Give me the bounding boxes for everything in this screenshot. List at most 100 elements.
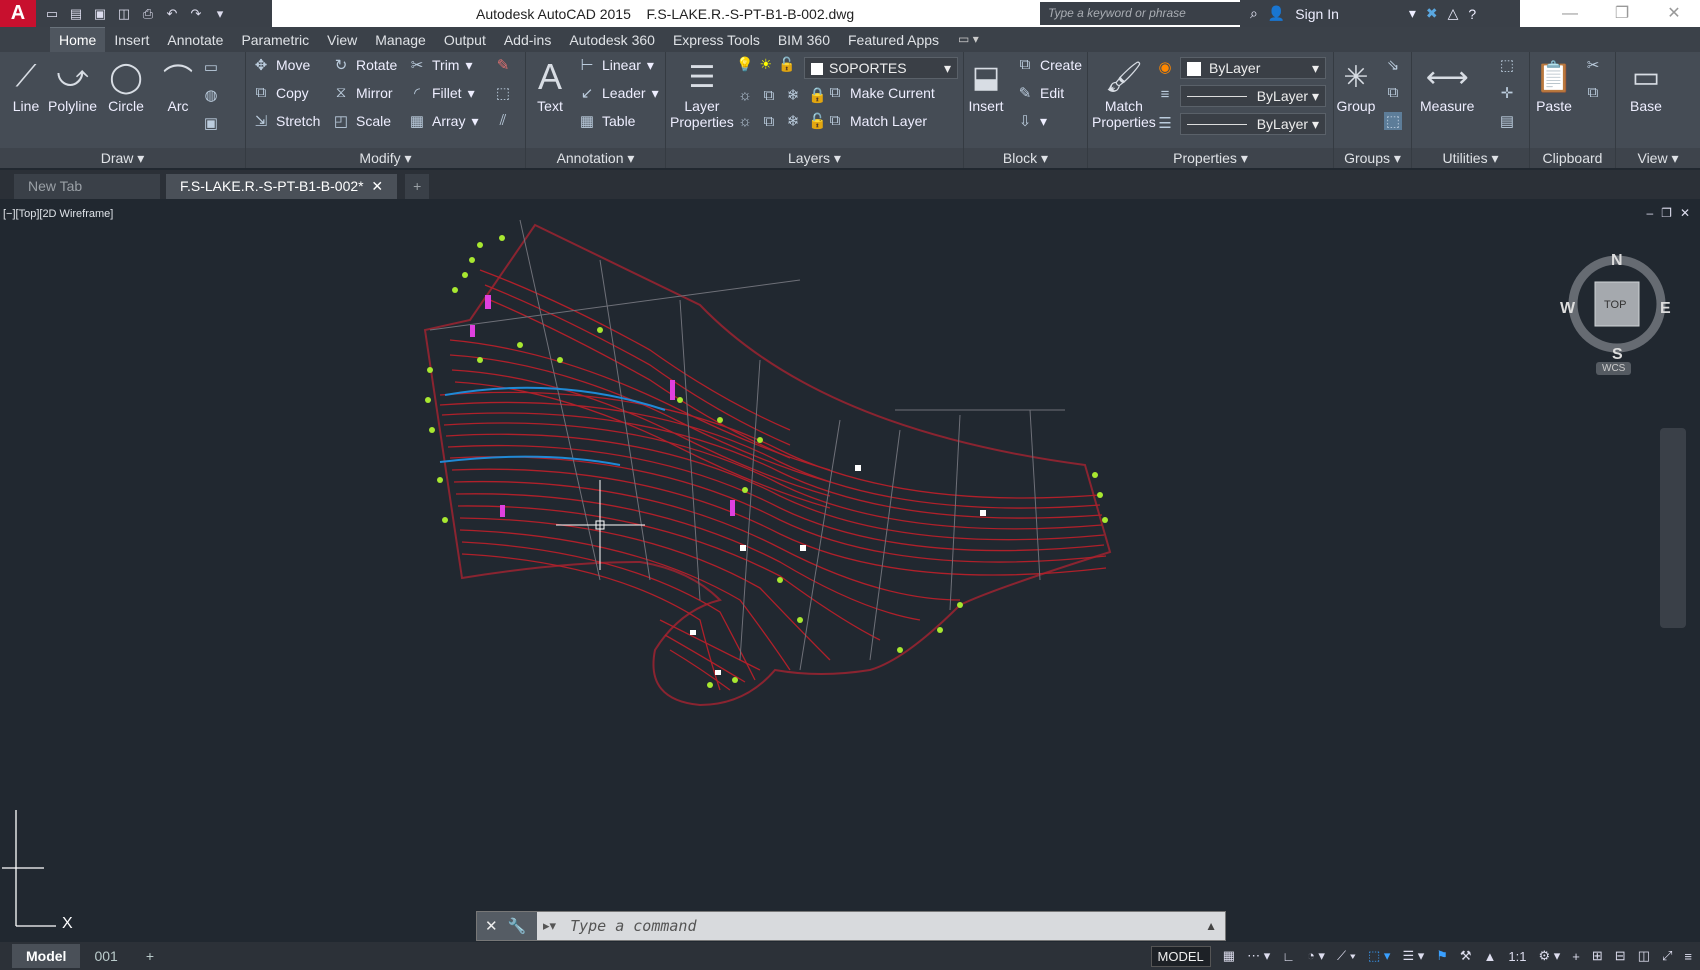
customize-status-icon[interactable]: ≡ bbox=[1684, 949, 1692, 964]
block-panel-title[interactable]: Block ▾ bbox=[964, 148, 1087, 168]
drawing-canvas[interactable] bbox=[0, 200, 1700, 942]
match-properties-tool[interactable]: 🖌 Match Properties bbox=[1092, 56, 1156, 131]
erase-tool[interactable]: ✎ bbox=[494, 56, 512, 74]
viewcube[interactable]: N S W E TOP WCS bbox=[1560, 240, 1671, 375]
linear-dimension-tool[interactable]: ⊢ Linear ▾ bbox=[578, 56, 654, 75]
minimize-icon[interactable]: — bbox=[1544, 0, 1596, 27]
properties-panel-title[interactable]: Properties ▾ bbox=[1088, 148, 1333, 168]
dropdown-icon[interactable]: ▾ bbox=[1409, 5, 1416, 22]
tab-view[interactable]: View bbox=[318, 28, 366, 52]
groups-panel-title[interactable]: Groups ▾ bbox=[1334, 148, 1411, 168]
open-icon[interactable]: ▤ bbox=[66, 6, 86, 22]
isolate-objects-icon[interactable]: ◫ bbox=[1638, 948, 1650, 964]
circle-tool[interactable]: ◯ Circle bbox=[106, 56, 146, 115]
trim-tool[interactable]: ✂ Trim ▾ bbox=[408, 56, 473, 75]
layer-merge-icon[interactable]: ⧉ bbox=[760, 113, 778, 130]
snap-icon[interactable]: ⋯ ▾ bbox=[1247, 948, 1270, 964]
wcs-button[interactable]: WCS bbox=[1596, 362, 1632, 375]
layer-dropdown[interactable]: SOPORTES ▾ bbox=[804, 57, 958, 79]
layer-unlock-icon[interactable]: 🔓 bbox=[808, 112, 827, 130]
close-command-icon[interactable]: ✕ bbox=[485, 917, 498, 935]
layer-freeze-icon[interactable]: ❄ bbox=[784, 86, 802, 104]
qat-dropdown-icon[interactable]: ▾ bbox=[210, 6, 230, 22]
paste-tool[interactable]: 📋 Paste bbox=[1534, 56, 1574, 115]
compass-west[interactable]: W bbox=[1560, 300, 1575, 318]
linetype-dropdown[interactable]: ByLayer ▾ bbox=[1180, 85, 1326, 107]
copy-clip-tool[interactable]: ⧉ bbox=[1584, 84, 1602, 101]
tab-manage[interactable]: Manage bbox=[366, 28, 435, 52]
save-icon[interactable]: ▣ bbox=[90, 6, 110, 22]
add-tab-button[interactable]: + bbox=[405, 174, 430, 199]
array-tool[interactable]: ▦ Array ▾ bbox=[408, 112, 479, 131]
tab-output[interactable]: Output bbox=[435, 28, 495, 52]
explode-tool[interactable]: ⬚ bbox=[494, 84, 512, 102]
layer-walk-icon[interactable]: ☼ bbox=[736, 113, 754, 130]
base-view-tool[interactable]: ▭ Base bbox=[1626, 56, 1666, 115]
scale-label[interactable]: 1:1 bbox=[1508, 949, 1526, 964]
table-tool[interactable]: ▦ Table bbox=[578, 112, 636, 130]
exchange-icon[interactable]: ✖ bbox=[1426, 5, 1438, 22]
modify-panel-title[interactable]: Modify ▾ bbox=[246, 148, 525, 168]
utilities-panel-title[interactable]: Utilities ▾ bbox=[1412, 148, 1529, 168]
new-icon[interactable]: ▭ bbox=[42, 6, 62, 22]
color-dropdown[interactable]: ByLayer ▾ bbox=[1180, 57, 1326, 79]
arc-tool[interactable]: ⌒ Arc bbox=[158, 56, 198, 114]
annotation-panel-title[interactable]: Annotation ▾ bbox=[526, 148, 665, 168]
scale-tool[interactable]: ◰ Scale bbox=[332, 112, 391, 130]
a360-icon[interactable]: △ bbox=[1448, 5, 1459, 22]
stretch-tool[interactable]: ⇲ Stretch bbox=[252, 112, 321, 130]
view-panel-title[interactable]: View ▾ bbox=[1616, 148, 1700, 168]
point-tool[interactable]: ✛ bbox=[1498, 84, 1516, 102]
group-tool[interactable]: ✳ Group bbox=[1336, 56, 1376, 115]
tab-annotate[interactable]: Annotate bbox=[158, 28, 232, 52]
quick-properties-icon[interactable]: ⊟ bbox=[1615, 948, 1626, 964]
tab-add-ins[interactable]: Add-ins bbox=[495, 28, 560, 52]
quick-select-tool[interactable]: ⬚ bbox=[1498, 56, 1516, 74]
app-menu-button[interactable]: A bbox=[0, 0, 36, 27]
layer-thaw-icon[interactable]: ❄ bbox=[784, 112, 802, 130]
doc-tab-new[interactable]: New Tab bbox=[14, 174, 160, 199]
layout-tab-001[interactable]: 001 bbox=[80, 944, 131, 968]
block-attributes-tool[interactable]: ⇩ ▾ bbox=[1016, 112, 1047, 131]
annotation-scale-icon[interactable]: ▲ bbox=[1484, 949, 1497, 964]
rotate-tool[interactable]: ↻ Rotate bbox=[332, 56, 398, 74]
binoculars-icon[interactable]: ⌕ bbox=[1250, 5, 1258, 22]
sign-in-link[interactable]: Sign In bbox=[1295, 6, 1339, 22]
offset-tool[interactable]: ⫽ bbox=[494, 112, 512, 129]
command-prompt-icon[interactable]: ▸▾ bbox=[537, 918, 556, 934]
save-as-icon[interactable]: ◫ bbox=[114, 6, 134, 22]
compass-north[interactable]: N bbox=[1611, 252, 1623, 270]
grid-icon[interactable]: ▦ bbox=[1223, 948, 1235, 964]
edit-block-tool[interactable]: ✎ Edit bbox=[1016, 84, 1064, 102]
hatch-tool[interactable]: ◍ bbox=[202, 86, 220, 104]
annotation-visibility-icon[interactable]: ⚑ bbox=[1436, 948, 1448, 964]
rectangle-tool[interactable]: ▭ bbox=[202, 58, 220, 76]
layer-off-icon[interactable]: ☼ bbox=[736, 87, 754, 104]
osnap-icon[interactable]: ⬚ ▾ bbox=[1368, 948, 1390, 964]
tab-parametric[interactable]: Parametric bbox=[232, 28, 318, 52]
polar-icon[interactable]: ◔ ▾ bbox=[1307, 948, 1325, 964]
add-layout-button[interactable]: + bbox=[132, 944, 168, 968]
fullscreen-icon[interactable]: ⤢ bbox=[1662, 948, 1672, 964]
leader-tool[interactable]: ↙ Leader ▾ bbox=[578, 84, 659, 103]
polyline-tool[interactable]: ⤻ Polyline bbox=[48, 56, 97, 114]
layers-panel-title[interactable]: Layers ▾ bbox=[666, 148, 963, 168]
lineweight-toggle-icon[interactable]: ☰ ▾ bbox=[1402, 948, 1424, 964]
customize-icon[interactable]: 🔧 bbox=[508, 917, 527, 935]
ortho-icon[interactable]: ∟ bbox=[1282, 949, 1295, 964]
close-tab-icon[interactable]: ✕ bbox=[371, 178, 383, 194]
print-icon[interactable]: ⎙ bbox=[138, 6, 158, 22]
fillet-tool[interactable]: ◜ Fillet ▾ bbox=[408, 84, 475, 103]
restore-icon[interactable]: ❐ bbox=[1596, 0, 1648, 27]
layer-lock-icon[interactable]: 🔒 bbox=[808, 86, 827, 104]
create-block-tool[interactable]: ⧉ Create bbox=[1016, 56, 1082, 73]
mirror-tool[interactable]: ⧖ Mirror bbox=[332, 84, 393, 101]
color-wheel[interactable]: ◉ bbox=[1156, 58, 1174, 76]
group-edit-tool[interactable]: ⧉ bbox=[1384, 84, 1402, 101]
lineweight-dropdown[interactable]: ByLayer ▾ bbox=[1180, 113, 1326, 135]
draw-panel-title[interactable]: Draw ▾ bbox=[0, 148, 245, 168]
command-history-icon[interactable]: ▲ bbox=[1205, 919, 1225, 933]
measure-tool[interactable]: ⟷ Measure bbox=[1420, 56, 1474, 115]
copy-tool[interactable]: ⧉ Copy bbox=[252, 84, 309, 101]
command-input[interactable]: Type a command bbox=[556, 917, 1205, 935]
